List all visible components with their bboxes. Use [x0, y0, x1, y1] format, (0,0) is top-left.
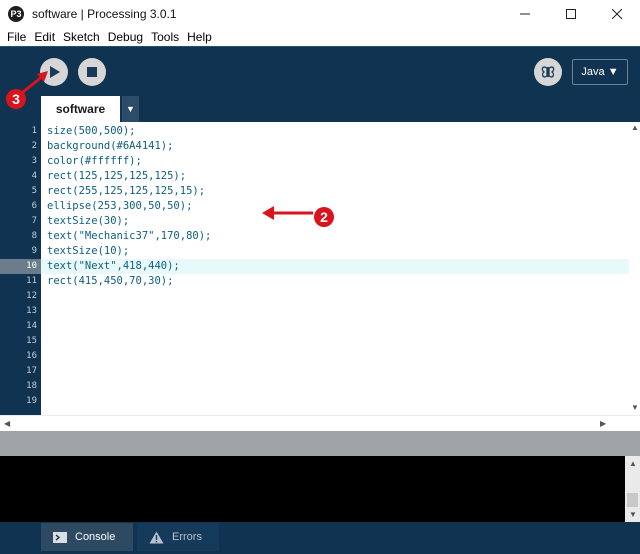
- annotation-marker-run: 3: [6, 89, 26, 109]
- arrow-head-code: [262, 206, 274, 220]
- marker-3-label: 3: [12, 91, 20, 107]
- marker-2-label: 2: [320, 209, 328, 225]
- annotation-marker-code: 2: [314, 207, 334, 227]
- annotation-arrows: [17, 71, 313, 220]
